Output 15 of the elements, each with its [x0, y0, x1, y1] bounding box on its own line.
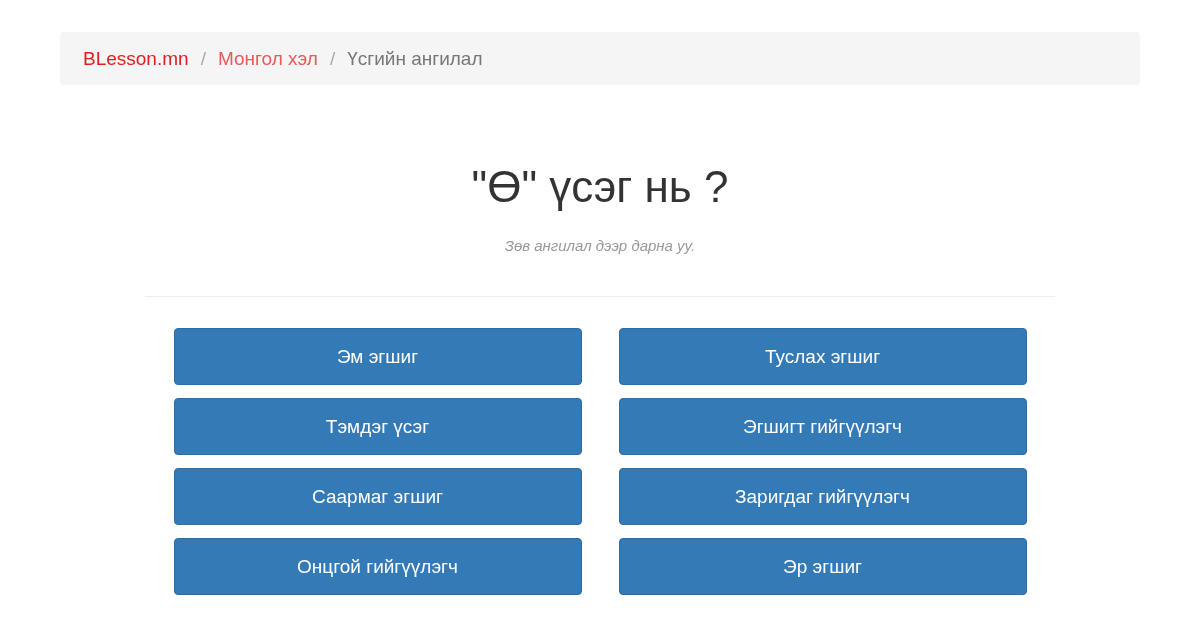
- answer-button[interactable]: Саармаг эгшиг: [173, 468, 582, 526]
- breadcrumb-link[interactable]: Монгол хэл: [217, 47, 318, 70]
- breadcrumb-separator: /: [199, 47, 207, 70]
- breadcrumb-current: Үсгийн ангилал: [347, 47, 483, 70]
- answer-button[interactable]: Онцгой гийгүүлэгч: [173, 538, 582, 596]
- answer-button[interactable]: Туслах эгшиг: [618, 328, 1027, 386]
- answer-button[interactable]: Заригдаг гийгүүлэгч: [618, 468, 1027, 526]
- breadcrumb-link[interactable]: BLesson.mn: [83, 47, 189, 70]
- answer-button[interactable]: Тэмдэг үсэг: [173, 398, 582, 456]
- question-hint: Зөв ангилал дээр дарна уу.: [503, 237, 697, 255]
- answer-button[interactable]: Эр эгшиг: [618, 538, 1027, 596]
- answer-button[interactable]: Эм эгшиг: [173, 328, 582, 386]
- answer-button[interactable]: Эгшигт гийгүүлэгч: [618, 398, 1027, 456]
- breadcrumb-separator: /: [328, 47, 337, 70]
- question-title: "Ө" үсэг нь ?: [470, 163, 730, 212]
